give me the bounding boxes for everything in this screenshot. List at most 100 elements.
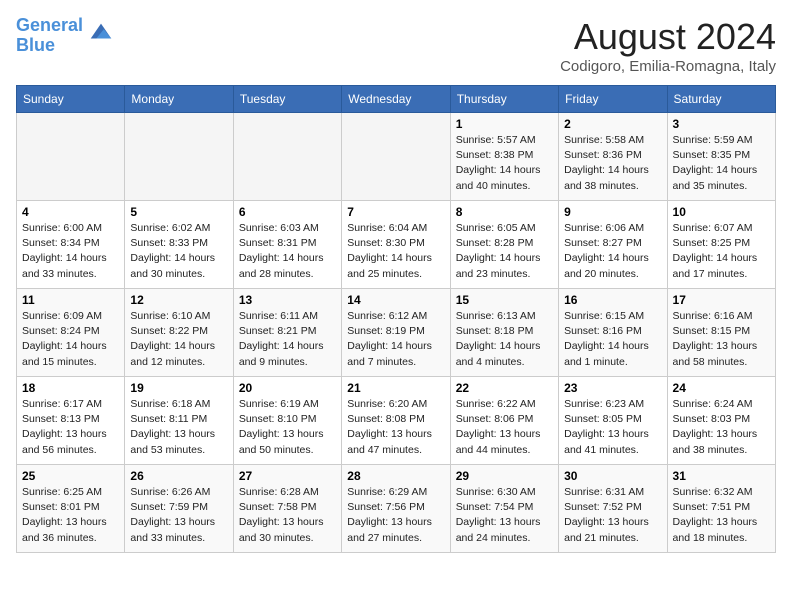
calendar-cell: 3 Sunrise: 5:59 AMSunset: 8:35 PMDaylight… [667,113,775,201]
day-info: Sunrise: 6:06 AMSunset: 8:27 PMDaylight:… [564,221,661,282]
day-info: Sunrise: 6:15 AMSunset: 8:16 PMDaylight:… [564,309,661,370]
day-info: Sunrise: 6:11 AMSunset: 8:21 PMDaylight:… [239,309,336,370]
day-info: Sunrise: 6:30 AMSunset: 7:54 PMDaylight:… [456,485,553,546]
logo-icon [87,18,115,46]
calendar-week-4: 18Sunrise: 6:17 AMSunset: 8:13 PMDayligh… [17,377,776,465]
page-header: General Blue August 2024 Codigoro, Emili… [16,16,776,75]
calendar-week-5: 25Sunrise: 6:25 AMSunset: 8:01 PMDayligh… [17,465,776,553]
day-number: 7 [347,205,444,219]
day-number: 27 [239,469,336,483]
weekday-header-wednesday: Wednesday [342,86,450,113]
logo-text: General Blue [16,16,83,56]
day-number: 20 [239,381,336,395]
calendar-body: 1 Sunrise: 5:57 AMSunset: 8:38 PMDaylight… [17,113,776,553]
day-info: Sunrise: 6:13 AMSunset: 8:18 PMDaylight:… [456,309,553,370]
day-info: Sunrise: 6:10 AMSunset: 8:22 PMDaylight:… [130,309,227,370]
calendar-cell [17,113,125,201]
day-info: Sunrise: 6:31 AMSunset: 7:52 PMDaylight:… [564,485,661,546]
day-info: Sunrise: 6:19 AMSunset: 8:10 PMDaylight:… [239,397,336,458]
calendar-cell: 4 Sunrise: 6:00 AMSunset: 8:34 PMDaylight… [17,201,125,289]
calendar-cell: 13 Sunrise: 6:11 AMSunset: 8:21 PMDayligh… [233,289,341,377]
calendar-cell: 7 Sunrise: 6:04 AMSunset: 8:30 PMDaylight… [342,201,450,289]
day-number: 23 [564,381,661,395]
calendar-cell: 16 Sunrise: 6:15 AMSunset: 8:16 PMDayligh… [559,289,667,377]
day-number: 5 [130,205,227,219]
calendar-cell: 24Sunrise: 6:24 AMSunset: 8:03 PMDayligh… [667,377,775,465]
day-number: 19 [130,381,227,395]
day-number: 17 [673,293,770,307]
calendar-cell [125,113,233,201]
day-number: 6 [239,205,336,219]
weekday-header-monday: Monday [125,86,233,113]
calendar-cell: 19Sunrise: 6:18 AMSunset: 8:11 PMDayligh… [125,377,233,465]
weekday-header-row: SundayMondayTuesdayWednesdayThursdayFrid… [17,86,776,113]
day-number: 30 [564,469,661,483]
day-info: Sunrise: 6:16 AMSunset: 8:15 PMDaylight:… [673,309,770,370]
day-number: 11 [22,293,119,307]
calendar-cell: 12Sunrise: 6:10 AMSunset: 8:22 PMDayligh… [125,289,233,377]
day-info: Sunrise: 6:26 AMSunset: 7:59 PMDaylight:… [130,485,227,546]
day-info: Sunrise: 6:28 AMSunset: 7:58 PMDaylight:… [239,485,336,546]
weekday-header-friday: Friday [559,86,667,113]
calendar-cell: 26 Sunrise: 6:26 AMSunset: 7:59 PMDayligh… [125,465,233,553]
day-info: Sunrise: 6:20 AMSunset: 8:08 PMDaylight:… [347,397,444,458]
day-number: 31 [673,469,770,483]
title-area: August 2024 Codigoro, Emilia-Romagna, It… [560,16,776,75]
day-number: 9 [564,205,661,219]
day-number: 1 [456,117,553,131]
day-info: Sunrise: 6:00 AMSunset: 8:34 PMDaylight:… [22,221,119,282]
weekday-header-thursday: Thursday [450,86,558,113]
day-info: Sunrise: 6:09 AMSunset: 8:24 PMDaylight:… [22,309,119,370]
day-number: 24 [673,381,770,395]
logo: General Blue [16,16,115,56]
day-number: 13 [239,293,336,307]
day-info: Sunrise: 6:22 AMSunset: 8:06 PMDaylight:… [456,397,553,458]
calendar-cell: 20 Sunrise: 6:19 AMSunset: 8:10 PMDayligh… [233,377,341,465]
day-info: Sunrise: 5:59 AMSunset: 8:35 PMDaylight:… [673,133,770,194]
calendar-cell [342,113,450,201]
calendar-cell: 14Sunrise: 6:12 AMSunset: 8:19 PMDayligh… [342,289,450,377]
calendar-cell: 11 Sunrise: 6:09 AMSunset: 8:24 PMDayligh… [17,289,125,377]
day-number: 26 [130,469,227,483]
calendar-cell: 9 Sunrise: 6:06 AMSunset: 8:27 PMDaylight… [559,201,667,289]
calendar-cell: 23Sunrise: 6:23 AMSunset: 8:05 PMDayligh… [559,377,667,465]
day-number: 4 [22,205,119,219]
calendar-cell: 31 Sunrise: 6:32 AMSunset: 7:51 PMDayligh… [667,465,775,553]
calendar-week-3: 11 Sunrise: 6:09 AMSunset: 8:24 PMDayligh… [17,289,776,377]
calendar-week-2: 4 Sunrise: 6:00 AMSunset: 8:34 PMDaylight… [17,201,776,289]
month-title: August 2024 [560,16,776,58]
day-info: Sunrise: 5:58 AMSunset: 8:36 PMDaylight:… [564,133,661,194]
day-number: 16 [564,293,661,307]
day-info: Sunrise: 6:32 AMSunset: 7:51 PMDaylight:… [673,485,770,546]
weekday-header-tuesday: Tuesday [233,86,341,113]
calendar-table: SundayMondayTuesdayWednesdayThursdayFrid… [16,85,776,553]
calendar-cell: 30 Sunrise: 6:31 AMSunset: 7:52 PMDayligh… [559,465,667,553]
location: Codigoro, Emilia-Romagna, Italy [560,58,776,75]
calendar-cell: 8 Sunrise: 6:05 AMSunset: 8:28 PMDaylight… [450,201,558,289]
calendar-header: SundayMondayTuesdayWednesdayThursdayFrid… [17,86,776,113]
day-number: 18 [22,381,119,395]
calendar-cell: 1 Sunrise: 5:57 AMSunset: 8:38 PMDaylight… [450,113,558,201]
day-info: Sunrise: 6:02 AMSunset: 8:33 PMDaylight:… [130,221,227,282]
day-info: Sunrise: 6:04 AMSunset: 8:30 PMDaylight:… [347,221,444,282]
day-number: 15 [456,293,553,307]
day-number: 22 [456,381,553,395]
day-number: 25 [22,469,119,483]
calendar-cell: 2 Sunrise: 5:58 AMSunset: 8:36 PMDaylight… [559,113,667,201]
calendar-cell: 22 Sunrise: 6:22 AMSunset: 8:06 PMDayligh… [450,377,558,465]
day-info: Sunrise: 6:07 AMSunset: 8:25 PMDaylight:… [673,221,770,282]
calendar-cell: 17 Sunrise: 6:16 AMSunset: 8:15 PMDayligh… [667,289,775,377]
day-number: 10 [673,205,770,219]
calendar-cell: 29Sunrise: 6:30 AMSunset: 7:54 PMDayligh… [450,465,558,553]
calendar-cell: 6 Sunrise: 6:03 AMSunset: 8:31 PMDaylight… [233,201,341,289]
calendar-cell: 28Sunrise: 6:29 AMSunset: 7:56 PMDayligh… [342,465,450,553]
day-number: 3 [673,117,770,131]
day-info: Sunrise: 5:57 AMSunset: 8:38 PMDaylight:… [456,133,553,194]
day-number: 2 [564,117,661,131]
calendar-week-1: 1 Sunrise: 5:57 AMSunset: 8:38 PMDaylight… [17,113,776,201]
day-info: Sunrise: 6:03 AMSunset: 8:31 PMDaylight:… [239,221,336,282]
day-info: Sunrise: 6:05 AMSunset: 8:28 PMDaylight:… [456,221,553,282]
day-info: Sunrise: 6:29 AMSunset: 7:56 PMDaylight:… [347,485,444,546]
day-number: 8 [456,205,553,219]
weekday-header-saturday: Saturday [667,86,775,113]
